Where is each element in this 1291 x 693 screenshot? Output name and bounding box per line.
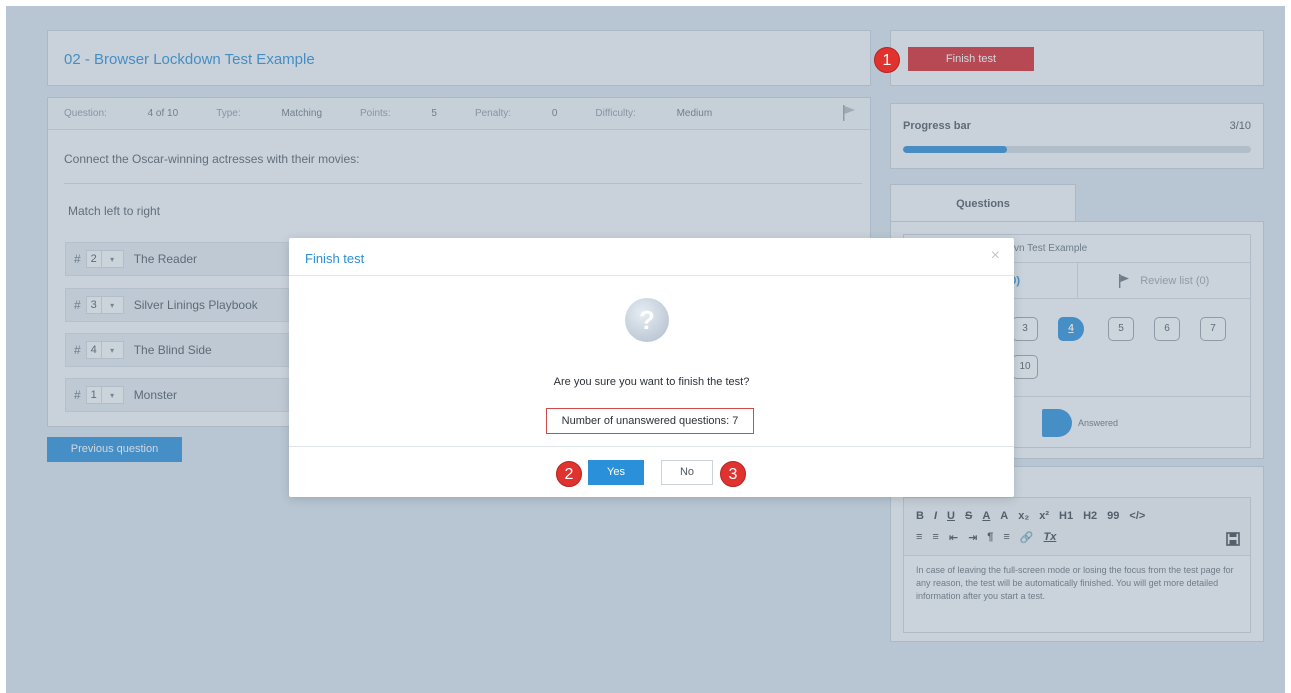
dialog-header: Finish test × — [289, 238, 1014, 276]
dialog-message: Are you sure you want to finish the test… — [553, 376, 750, 388]
question-mark-icon: ? — [625, 298, 669, 342]
yes-button[interactable]: Yes — [588, 460, 644, 485]
unanswered-count: Number of unanswered questions: 7 — [546, 408, 754, 434]
close-icon[interactable]: × — [991, 247, 1000, 265]
finish-test-dialog: Finish test × ? Are you sure you want to… — [289, 238, 1014, 497]
step-badge: 1 — [874, 47, 900, 73]
step-badge: 3 — [720, 461, 746, 487]
test-app: 02 - Browser Lockdown Test Example Quest… — [6, 6, 1285, 693]
no-button[interactable]: No — [661, 460, 713, 485]
screen: 02 - Browser Lockdown Test Example Quest… — [6, 6, 1285, 693]
step-badge: 2 — [556, 461, 582, 487]
dialog-footer: Yes No — [289, 446, 1014, 497]
dialog-title: Finish test — [305, 251, 365, 266]
